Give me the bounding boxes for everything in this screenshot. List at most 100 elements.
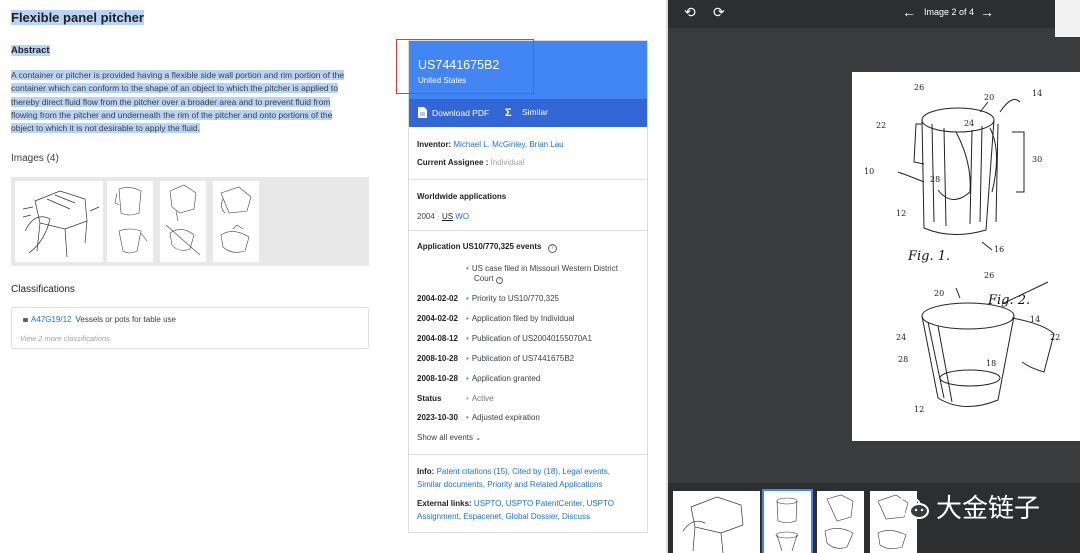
event-text: • Application filed by Individual xyxy=(466,314,575,323)
pitcher-drawing-icon xyxy=(165,184,201,256)
view-more-classifications-link[interactable]: View 2 more classifications xyxy=(20,334,110,343)
divider xyxy=(409,230,647,231)
watermark: 大金链子 xyxy=(896,488,1040,525)
event-date: 2008-10-28 xyxy=(417,374,458,383)
abstract-line: container which can conform to the shape… xyxy=(11,83,338,94)
external-links: External links: USPTO, USPTO PatentCente… xyxy=(417,499,614,521)
download-pdf-button[interactable]: Download PDF xyxy=(418,107,489,118)
svg-text:14: 14 xyxy=(1032,89,1042,98)
event-text: • Application granted xyxy=(466,374,541,383)
event-text: • Publication of US7441675B2 xyxy=(466,354,575,363)
event-date: 2008-10-28 xyxy=(417,354,458,363)
patent-drawing-page: 26 20 14 22 24 30 10 28 12 16 26 20 14 2… xyxy=(852,72,1080,441)
help-icon[interactable]: ? xyxy=(547,244,557,253)
status-value: • Active xyxy=(466,394,494,403)
viewer-close-area[interactable] xyxy=(1055,0,1080,37)
divider xyxy=(409,179,647,180)
figure-2-label: Fig. 2. xyxy=(987,293,1030,308)
svg-text:22: 22 xyxy=(1050,333,1060,342)
thumbnail-image-2[interactable] xyxy=(107,181,153,262)
pitcher-drawing-icon xyxy=(114,187,148,254)
next-image-arrow-icon[interactable]: → xyxy=(980,5,994,19)
viewer-toolbar: ⟲ ⟳ ← Image 2 of 4 → xyxy=(668,0,1080,28)
info-links: Info: Patent citations (15), Cited by (1… xyxy=(417,467,610,489)
pdf-file-icon xyxy=(418,107,427,118)
image-thumbnails xyxy=(11,177,369,266)
pitcher-drawing-icon xyxy=(775,497,799,552)
card-header: US7441675B2 United States xyxy=(396,39,647,99)
event-date: 2023-10-30 xyxy=(417,413,458,422)
patent-summary-card: US7441675B2 United States Download PDF Σ… xyxy=(396,39,648,533)
worldwide-heading: Worldwide applications xyxy=(417,192,507,201)
svg-text:22: 22 xyxy=(876,121,886,130)
rotate-right-icon[interactable]: ⟳ xyxy=(713,5,725,19)
svg-text:12: 12 xyxy=(896,209,906,218)
pitcher-figures-drawing: 26 20 14 22 24 30 10 28 12 16 26 20 14 2… xyxy=(864,83,1060,414)
event-text: • Publication of US20040155070A1 xyxy=(466,334,592,343)
svg-text:24: 24 xyxy=(896,333,906,342)
worldwide-applications-line: 2004 · US WO xyxy=(417,212,470,221)
external-links-line-1[interactable]: USPTO, USPTO PatentCenter, USPTO xyxy=(474,499,614,508)
previous-image-arrow-icon[interactable]: ← xyxy=(902,5,916,19)
status-label: Status xyxy=(417,394,442,403)
card-actions-bar: Download PDF Σ Similar xyxy=(409,99,647,127)
classifications-box: A47G19/12 Vessels or pots for table use V… xyxy=(11,307,369,349)
rotate-left-icon[interactable]: ⟲ xyxy=(684,5,696,19)
assignee-value: Individual xyxy=(490,158,525,167)
pitcher-drawing-icon xyxy=(682,496,744,553)
viewer-thumbnail-3[interactable] xyxy=(817,491,864,553)
svg-text:26: 26 xyxy=(914,83,924,92)
image-counter: Image 2 of 4 xyxy=(924,7,975,17)
pitcher-drawing-icon xyxy=(22,190,100,258)
page-title: Flexible panel pitcher xyxy=(11,10,144,25)
abstract-heading: Abstract xyxy=(11,45,50,56)
thumbnail-image-4[interactable] xyxy=(213,181,259,262)
abstract-line: A container or pitcher is provided havin… xyxy=(11,70,345,80)
svg-text:20: 20 xyxy=(984,93,994,102)
event-date: 2004-08-12 xyxy=(417,334,458,343)
show-all-events-link[interactable]: Show all events ⌄ xyxy=(417,433,481,442)
svg-text:18: 18 xyxy=(986,359,996,368)
abstract-text: A container or pitcher is provided havin… xyxy=(11,69,353,135)
event-date: 2004-02-02 xyxy=(417,294,458,303)
divider xyxy=(409,454,647,455)
svg-text:28: 28 xyxy=(930,175,940,184)
similar-button[interactable]: Σ Similar xyxy=(505,107,548,119)
events-heading: Application US10/770,325 events ? xyxy=(417,242,557,253)
classifications-heading: Classifications xyxy=(11,284,75,295)
inventor-line: Inventor: Michael L. McGinley, Brian Lau xyxy=(417,140,564,149)
bullet-icon xyxy=(23,317,28,322)
worldwide-wo-link[interactable]: WO xyxy=(455,212,469,221)
pitcher-drawing-icon xyxy=(824,494,854,549)
external-links-line-2[interactable]: Assignment, Espacenet, Global Dossier, D… xyxy=(417,512,590,521)
classification-row: A47G19/12 Vessels or pots for table use xyxy=(23,315,176,324)
info-links-line-1[interactable]: Patent citations (15), Cited by (18), Le… xyxy=(437,467,610,476)
svg-text:24: 24 xyxy=(964,119,974,128)
event-text: • Priority to US10/770,325 xyxy=(466,294,559,303)
classification-code-link[interactable]: A47G19/12 xyxy=(31,315,71,324)
thumbnail-image-1[interactable] xyxy=(15,181,103,262)
info-links-line-2[interactable]: Similar documents, Priority and Related … xyxy=(417,480,602,489)
image-viewer: ⟲ ⟳ ← Image 2 of 4 → 26 20 14 22 24 30 1… xyxy=(668,0,1080,553)
svg-text:28: 28 xyxy=(898,355,908,364)
help-icon[interactable]: ? xyxy=(495,277,503,284)
event-date: 2004-02-02 xyxy=(417,314,458,323)
classification-description: Vessels or pots for table use xyxy=(75,315,176,324)
svg-text:26: 26 xyxy=(984,271,994,280)
viewer-thumbnail-2[interactable] xyxy=(762,489,813,553)
svg-text:14: 14 xyxy=(1030,315,1040,324)
wechat-logo-icon xyxy=(897,496,929,519)
abstract-line: object to which it is not desirable to a… xyxy=(11,123,200,134)
figure-1-label: Fig. 1. xyxy=(907,249,950,264)
abstract-line: thereby direct fluid flow from the pitch… xyxy=(11,96,331,107)
worldwide-us-link[interactable]: US xyxy=(442,212,453,221)
svg-text:20: 20 xyxy=(934,289,944,298)
svg-text:10: 10 xyxy=(864,167,874,176)
event-text: • Adjusted expiration xyxy=(466,413,540,422)
thumbnail-image-3[interactable] xyxy=(160,181,206,262)
inventors-link[interactable]: Michael L. McGinley, Brian Lau xyxy=(453,140,563,149)
highlight-annotation-box xyxy=(396,39,534,94)
viewer-thumbnail-1[interactable] xyxy=(673,491,760,553)
svg-text:16: 16 xyxy=(994,245,1004,254)
svg-text:30: 30 xyxy=(1032,155,1042,164)
